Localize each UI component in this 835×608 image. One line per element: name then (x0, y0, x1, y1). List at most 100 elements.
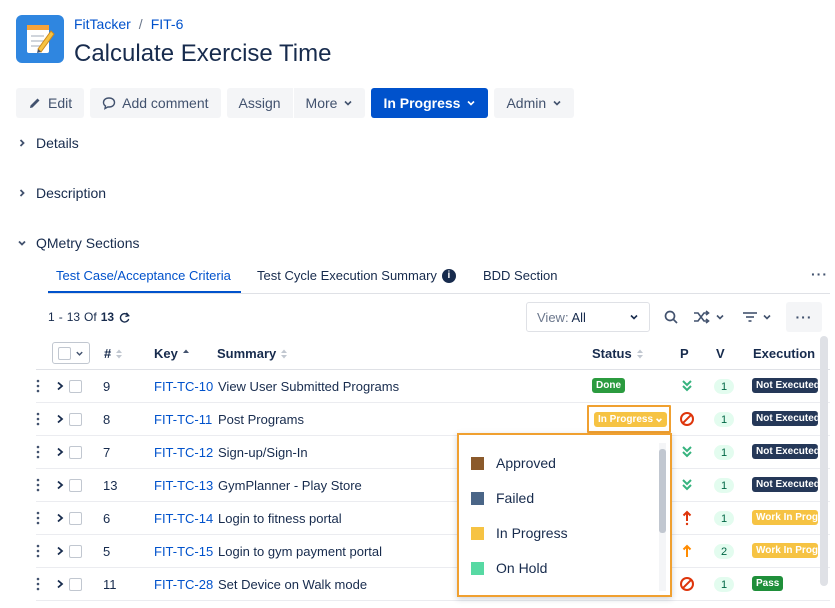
status-badge[interactable]: In Progress (594, 412, 668, 427)
drag-handle-icon[interactable] (36, 445, 40, 459)
expand-row-icon[interactable] (56, 513, 64, 523)
expand-row-icon[interactable] (56, 414, 64, 424)
tab-bdd-section[interactable]: BDD Section (483, 268, 557, 283)
test-case-key-link[interactable]: FIT-TC-10 (154, 379, 213, 394)
execution-result-badge: Not Executed (752, 411, 818, 426)
column-summary[interactable]: Summary (217, 346, 288, 361)
column-execution[interactable]: Execution R (753, 346, 819, 361)
column-priority[interactable]: P (680, 346, 689, 361)
select-all-dropdown[interactable] (52, 342, 90, 364)
details-section-toggle[interactable]: Details (16, 133, 79, 153)
expand-row-icon[interactable] (56, 381, 64, 391)
expand-row-icon[interactable] (56, 579, 64, 589)
table-row[interactable]: 13 FIT-TC-13 GymPlanner - Play Store 1 N… (36, 469, 830, 502)
test-case-summary: Post Programs (218, 412, 304, 427)
page-scrollbar[interactable] (820, 336, 828, 586)
drag-handle-icon[interactable] (36, 412, 40, 426)
select-all-checkbox[interactable] (58, 346, 71, 360)
row-checkbox[interactable] (69, 512, 82, 525)
view-select-colon: : (564, 309, 569, 325)
add-comment-button-label: Add comment (122, 95, 209, 111)
breadcrumb: FitTacker / FIT-6 (74, 16, 183, 32)
column-status[interactable]: Status (592, 346, 644, 361)
table-row[interactable]: 9 FIT-TC-10 View User Submitted Programs… (36, 370, 830, 403)
tab-test-cycle-summary[interactable]: Test Cycle Execution Summary i (257, 268, 456, 283)
row-checkbox[interactable] (69, 479, 82, 492)
dropdown-scrollbar[interactable] (659, 443, 666, 591)
search-icon[interactable] (663, 306, 679, 328)
test-case-key-link[interactable]: FIT-TC-14 (154, 511, 213, 526)
test-case-key-link[interactable]: FIT-TC-11 (154, 412, 212, 427)
tab-test-case[interactable]: Test Case/Acceptance Criteria (56, 268, 231, 283)
version-badge: 1 (714, 577, 734, 592)
status-dropdown-trigger[interactable]: In Progress (587, 405, 671, 433)
table-row[interactable]: 6 FIT-TC-14 Login to fitness portal 1 Wo… (36, 502, 830, 535)
view-select[interactable]: View: All (526, 302, 650, 332)
row-number: 7 (103, 445, 111, 460)
edit-button[interactable]: Edit (16, 88, 85, 118)
expand-row-icon[interactable] (56, 546, 64, 556)
status-option-label: Approved (496, 455, 556, 471)
column-number[interactable]: # (104, 346, 123, 361)
pager-start: 1 (48, 310, 55, 324)
row-number: 6 (103, 511, 111, 526)
test-case-key-link[interactable]: FIT-TC-12 (154, 445, 213, 460)
table-header: # Key Summary Status P V Execution R (36, 336, 830, 370)
table-more-actions-button[interactable]: ··· (786, 302, 822, 332)
assign-button[interactable]: Assign (226, 88, 293, 118)
tabs-more-icon[interactable]: ··· (811, 266, 828, 282)
chevron-right-icon (16, 187, 28, 199)
admin-button[interactable]: Admin (494, 88, 575, 118)
drag-handle-icon[interactable] (36, 379, 40, 393)
qmetry-section-title: QMetry Sections (36, 235, 140, 251)
page-title: Calculate Exercise Time (74, 40, 332, 67)
dropdown-scrollbar-thumb[interactable] (659, 449, 666, 533)
status-option-label: Failed (496, 490, 535, 506)
column-key[interactable]: Key (154, 346, 190, 361)
column-version[interactable]: V (716, 346, 725, 361)
status-option-on-hold[interactable]: On Hold (471, 560, 547, 576)
qmetry-section-toggle[interactable]: QMetry Sections (16, 233, 139, 253)
expand-row-icon[interactable] (56, 447, 64, 457)
table-row[interactable]: 11 FIT-TC-28 Set Device on Walk mode 1 P… (36, 568, 830, 601)
info-icon[interactable]: i (441, 268, 456, 283)
sort-icon (281, 349, 288, 358)
status-badge[interactable]: Done (592, 378, 625, 393)
refresh-icon[interactable] (118, 311, 131, 324)
description-section-toggle[interactable]: Description (16, 183, 106, 203)
more-button[interactable]: More (293, 88, 366, 118)
row-checkbox[interactable] (69, 446, 82, 459)
pager-end: 13 (66, 310, 81, 324)
row-checkbox[interactable] (69, 380, 82, 393)
status-option-failed[interactable]: Failed (471, 490, 534, 506)
tab-test-case-label: Test Case/Acceptance Criteria (56, 268, 231, 283)
breadcrumb-project-link[interactable]: FitTacker (74, 16, 131, 32)
tab-bdd-section-label: BDD Section (483, 268, 558, 283)
status-option-in-progress[interactable]: In Progress (471, 525, 568, 541)
add-comment-button[interactable]: Add comment (90, 88, 221, 118)
sort-icon (116, 349, 123, 358)
test-case-key-link[interactable]: FIT-TC-28 (154, 577, 213, 592)
table-row[interactable]: 5 FIT-TC-15 Login to gym payment portal … (36, 535, 830, 568)
status-button[interactable]: In Progress (371, 88, 489, 118)
drag-handle-icon[interactable] (36, 577, 40, 591)
row-checkbox[interactable] (69, 413, 82, 426)
test-case-key-link[interactable]: FIT-TC-13 (154, 478, 213, 493)
table-row[interactable]: 7 FIT-TC-12 Sign-up/Sign-In 1 Not Execut… (36, 436, 830, 469)
drag-handle-icon[interactable] (36, 478, 40, 492)
shuffle-icon[interactable] (693, 306, 725, 328)
drag-handle-icon[interactable] (36, 544, 40, 558)
drag-handle-icon[interactable] (36, 511, 40, 525)
status-color-swatch (471, 491, 484, 505)
priority-lowest-icon (682, 380, 692, 392)
status-option-approved[interactable]: Approved (471, 455, 556, 471)
chevron-down-icon (763, 314, 771, 320)
filter-icon[interactable] (742, 306, 772, 328)
project-logo[interactable] (16, 15, 64, 63)
expand-row-icon[interactable] (56, 480, 64, 490)
test-case-key-link[interactable]: FIT-TC-15 (154, 544, 213, 559)
row-checkbox[interactable] (69, 545, 82, 558)
table-row[interactable]: 8 FIT-TC-11 Post Programs In Progress 1 … (36, 403, 830, 436)
breadcrumb-issue-link[interactable]: FIT-6 (151, 16, 184, 32)
row-checkbox[interactable] (69, 578, 82, 591)
